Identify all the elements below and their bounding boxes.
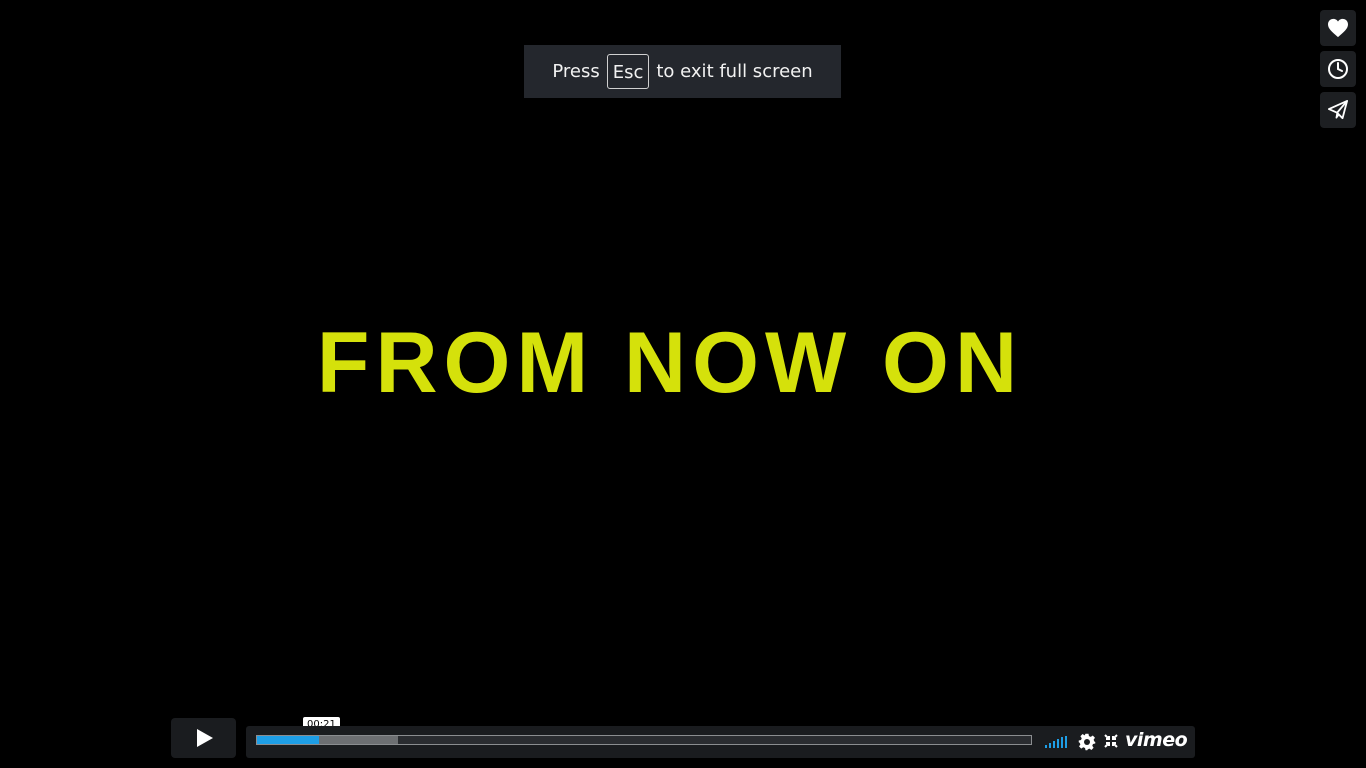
gear-icon: [1078, 733, 1096, 751]
play-button[interactable]: [171, 718, 236, 758]
esc-key-label: Esc: [606, 54, 650, 89]
volume-control[interactable]: [1045, 736, 1067, 748]
clock-icon: [1328, 59, 1348, 79]
like-button[interactable]: [1320, 10, 1356, 46]
volume-bar: [1053, 741, 1055, 748]
video-overlay-text: FROM NOW ON: [316, 315, 1024, 411]
fullscreen-notice-prefix: Press: [552, 61, 600, 82]
volume-bar: [1061, 737, 1063, 748]
volume-bar: [1049, 743, 1051, 748]
watch-later-button[interactable]: [1320, 51, 1356, 87]
exit-fullscreen-button[interactable]: [1104, 733, 1118, 753]
video-player[interactable]: FROM NOW ON Press Esc to exit full scree…: [0, 0, 1366, 768]
progress-bar[interactable]: [256, 735, 1032, 745]
control-bar: vimeo: [246, 726, 1195, 758]
share-button[interactable]: [1320, 92, 1356, 128]
side-actions: [1320, 10, 1356, 128]
fullscreen-notice-suffix: to exit full screen: [656, 61, 813, 82]
heart-icon: [1328, 18, 1348, 38]
volume-bar: [1065, 736, 1067, 748]
exit-fullscreen-icon: [1104, 734, 1118, 748]
vimeo-logo[interactable]: vimeo: [1125, 729, 1188, 751]
volume-bar: [1057, 739, 1059, 748]
video-frame[interactable]: FROM NOW ON: [0, 0, 1366, 768]
play-icon: [196, 729, 213, 747]
send-icon: [1327, 100, 1348, 120]
fullscreen-notice: Press Esc to exit full screen: [524, 45, 841, 98]
volume-bar: [1045, 745, 1047, 748]
settings-button[interactable]: [1078, 733, 1096, 755]
progress-played: [257, 736, 319, 744]
